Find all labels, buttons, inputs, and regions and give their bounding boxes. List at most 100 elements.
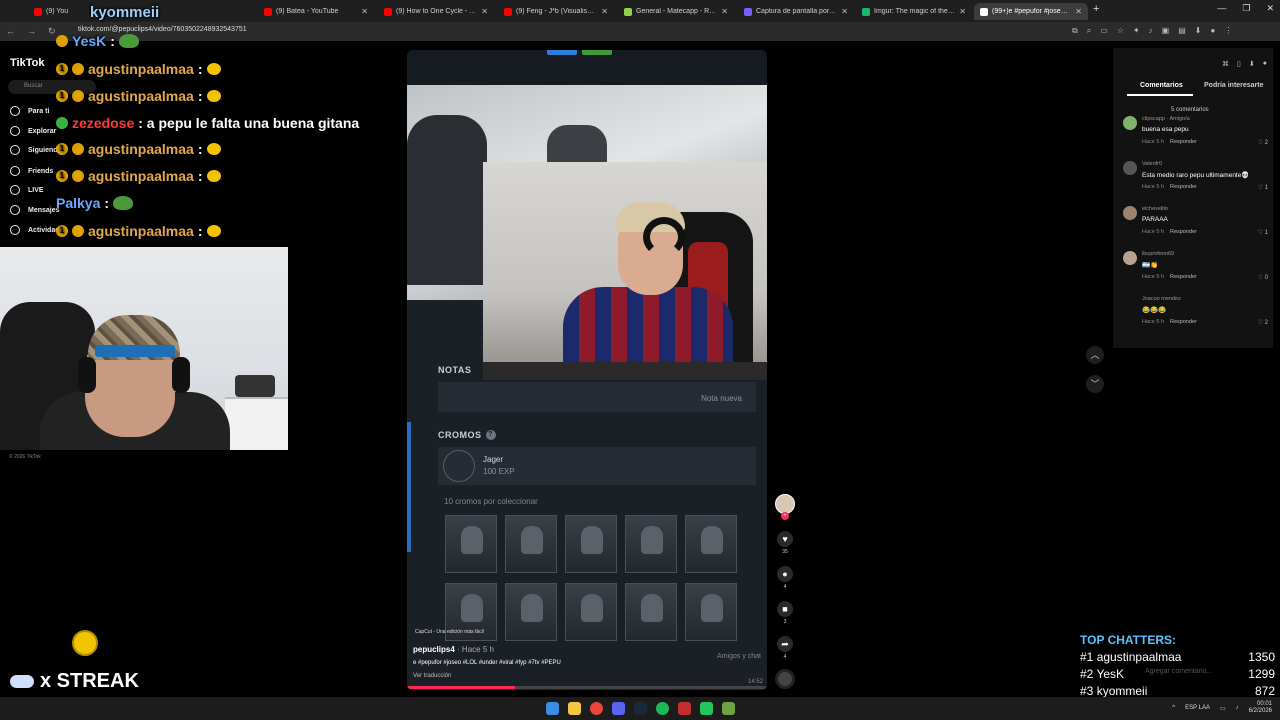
chrome-icon[interactable]: [590, 702, 603, 715]
avatar[interactable]: ●: [1263, 60, 1267, 68]
comment-user[interactable]: Joacoo mendez: [1142, 296, 1181, 302]
minecraft-icon[interactable]: [722, 702, 735, 715]
close-tab-icon[interactable]: ✕: [361, 7, 368, 16]
sidebar-item-actividad[interactable]: Actividad: [10, 225, 60, 235]
language-indicator[interactable]: ESP LAA: [1185, 705, 1210, 711]
browser-tab[interactable]: Imgur: The magic of the Interne✕: [856, 3, 972, 20]
progress-bar[interactable]: [407, 686, 767, 689]
tab-podria-interesarte[interactable]: Podría interesarte: [1204, 82, 1264, 89]
share-button[interactable]: ➦ 4: [776, 636, 794, 660]
spotify-icon[interactable]: [656, 702, 669, 715]
close-tab-icon[interactable]: ✕: [721, 7, 728, 16]
save-button[interactable]: ■ 3: [776, 601, 794, 625]
new-tab-button[interactable]: +: [1093, 3, 1099, 15]
tray-arrow-icon[interactable]: ^: [1172, 705, 1175, 711]
reply-button[interactable]: Responder: [1170, 274, 1197, 280]
comment-user[interactable]: elchevelito: [1142, 206, 1168, 212]
reply-button[interactable]: Responder: [1170, 184, 1197, 190]
reply-button[interactable]: Responder: [1170, 139, 1197, 145]
file-explorer-icon[interactable]: [568, 702, 581, 715]
forward-icon[interactable]: →: [27, 26, 36, 37]
translate-link[interactable]: Ver traducción: [413, 673, 451, 679]
embed-icon[interactable]: ⌘: [1222, 60, 1229, 68]
steam-icon[interactable]: [634, 702, 647, 715]
extension-icon[interactable]: ▣: [1162, 26, 1170, 36]
app-icon[interactable]: [700, 702, 713, 715]
browser-tab[interactable]: Captura de pantalla por Lightsh ✕: [738, 3, 854, 20]
comment-like[interactable]: ♡ 1: [1258, 184, 1268, 191]
menu-icon[interactable]: ⋮: [1224, 26, 1232, 36]
follow-plus-icon[interactable]: +: [781, 512, 789, 520]
url-field[interactable]: tiktok.com/@pepuclips4/video/76035022489…: [78, 26, 247, 33]
maximize-icon[interactable]: ❐: [1242, 3, 1250, 14]
sidebar-item-live[interactable]: LIVE: [10, 185, 44, 195]
comment-meta: Hace 5 h Responder: [1142, 139, 1197, 145]
obs-icon[interactable]: [678, 702, 691, 715]
reply-button[interactable]: Responder: [1170, 229, 1197, 235]
zoom-icon[interactable]: ⌕: [1087, 26, 1091, 36]
comment-like[interactable]: ♡ 0: [1258, 274, 1268, 281]
avatar[interactable]: [1123, 206, 1137, 220]
comment-user[interactable]: ibuprofeno69: [1142, 251, 1174, 257]
audio-icon[interactable]: ♪: [1149, 26, 1153, 36]
discord-icon[interactable]: [612, 702, 625, 715]
next-video-button[interactable]: ﹀: [1086, 375, 1104, 393]
sound-disc[interactable]: [775, 669, 795, 689]
browser-tab[interactable]: (9) Feng - J*b (Visualiser) - YouT ✕: [498, 3, 614, 20]
capcut-tag[interactable]: CapCut - Una edición más fácil: [415, 629, 484, 635]
close-tab-icon[interactable]: ✕: [601, 7, 608, 16]
browser-tab[interactable]: (9) Batea - YouTube ✕: [258, 3, 374, 20]
comment-like[interactable]: ♡ 2: [1258, 139, 1268, 146]
reload-icon[interactable]: ↻: [48, 26, 56, 37]
avatar[interactable]: [1123, 296, 1137, 310]
windows-start-icon[interactable]: [546, 702, 559, 715]
comment-user[interactable]: Valenfr0: [1142, 161, 1162, 167]
tab-comentarios[interactable]: Comentarios: [1140, 82, 1183, 89]
browser-tab[interactable]: (9) How to One Cycle - YouTube ✕: [378, 3, 494, 20]
profile-icon[interactable]: ●: [1210, 26, 1215, 36]
video-player[interactable]: NOTAS Nota nueva CROMOS? Jager 100 EXP 1…: [407, 50, 767, 690]
extension-icon[interactable]: ▤: [1178, 26, 1186, 36]
cast-icon[interactable]: ▭: [1100, 26, 1108, 36]
tiktok-logo[interactable]: TikTok: [10, 57, 44, 69]
like-button[interactable]: ♥ 35: [776, 531, 794, 555]
close-tab-icon[interactable]: ✕: [481, 7, 488, 16]
video-username[interactable]: pepuclips4: [413, 645, 455, 654]
back-icon[interactable]: ←: [6, 26, 15, 37]
close-tab-icon[interactable]: ✕: [1075, 7, 1082, 16]
browser-tab[interactable]: General - Matecapp - Ranking ✕: [618, 3, 734, 20]
extension-icon[interactable]: ✦: [1133, 26, 1140, 36]
volume-icon[interactable]: ♪: [1236, 705, 1239, 711]
phone-icon[interactable]: ▯: [1237, 60, 1241, 68]
sidebar-item-friends[interactable]: Friends: [10, 166, 53, 176]
close-tab-icon[interactable]: ✕: [841, 7, 848, 16]
downloads-icon[interactable]: ⬇: [1195, 26, 1202, 36]
video-author[interactable]: pepuclips4 · Hace 5 h: [413, 645, 494, 654]
avatar[interactable]: [1123, 116, 1137, 130]
comment-user[interactable]: clipscapp · Amigo/a: [1142, 116, 1190, 122]
clock[interactable]: 00:01 6/2/2026: [1249, 701, 1272, 715]
avatar[interactable]: [1123, 251, 1137, 265]
translate-icon[interactable]: ⧉: [1072, 26, 1078, 36]
comment-time: Hace 5 h: [1142, 274, 1165, 280]
comment-button[interactable]: ● 4: [776, 566, 794, 590]
minimize-icon[interactable]: —: [1217, 3, 1226, 14]
close-tab-icon[interactable]: ✕: [959, 7, 966, 16]
download-icon[interactable]: ⬇: [1249, 60, 1255, 68]
comment-like[interactable]: ♡ 1: [1258, 229, 1268, 236]
sidebar-item-siguiendo[interactable]: Siguiendo: [10, 145, 62, 155]
reply-button[interactable]: Responder: [1170, 319, 1197, 325]
browser-tab-active[interactable]: (99+)e #pepufor #joseo #LOL # ✕: [974, 3, 1088, 20]
wifi-icon[interactable]: ▭: [1220, 705, 1226, 712]
comment-like[interactable]: ♡ 2: [1258, 319, 1268, 326]
creator-avatar[interactable]: [775, 494, 795, 514]
amigos-chat-button[interactable]: Amigos y chat: [717, 653, 761, 660]
close-window-icon[interactable]: ✕: [1266, 3, 1274, 14]
lightshot-icon: [744, 7, 752, 16]
avatar[interactable]: [1123, 161, 1137, 175]
previous-video-button[interactable]: ︿: [1086, 346, 1104, 364]
sidebar-item-mensajes[interactable]: Mensajes: [10, 205, 60, 215]
sidebar-item-para-ti[interactable]: Para ti: [10, 106, 49, 116]
sidebar-item-explorar[interactable]: Explorar: [10, 126, 56, 136]
bookmark-star-icon[interactable]: ☆: [1117, 26, 1124, 36]
